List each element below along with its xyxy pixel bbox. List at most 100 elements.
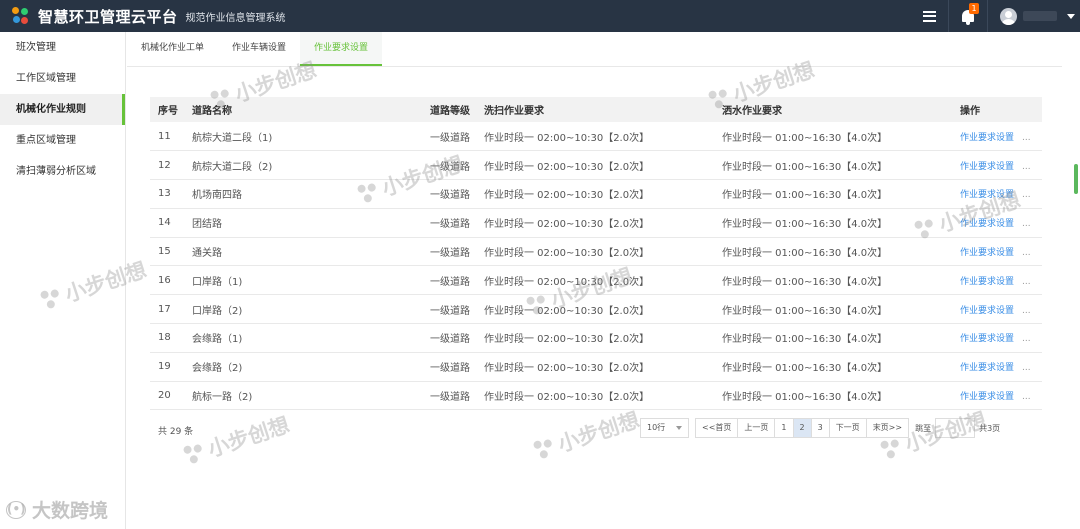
- cell-actions: 作业要求设置...: [952, 237, 1042, 266]
- cell-road-name: 会缘路（1): [192, 334, 243, 346]
- set-requirement-link[interactable]: 作业要求设置: [960, 363, 1014, 373]
- goto-page-input[interactable]: [935, 418, 976, 438]
- more-actions-button[interactable]: ...: [1022, 190, 1031, 200]
- cell-sweep-requirement: 作业时段一 02:00~10:30【2.0次】: [484, 219, 650, 231]
- cell-water-requirement: 作业时段一 01:00~16:30【4.0次】: [722, 305, 888, 317]
- set-requirement-link[interactable]: 作业要求设置: [960, 219, 1014, 229]
- total-count: 共 29 条: [158, 427, 194, 437]
- page-2-button[interactable]: 2: [792, 418, 812, 438]
- cell-road-level: 一级道路: [430, 305, 470, 317]
- cell-road-name: 航标一路（2): [192, 392, 253, 404]
- cell-road-level: 一级道路: [430, 132, 470, 144]
- cell-road-level: 一级道路: [430, 248, 470, 260]
- cell-road-name: 口岸路（1): [192, 276, 243, 288]
- more-actions-button[interactable]: ...: [1022, 277, 1031, 287]
- cell-sweep-requirement: 作业时段一 02:00~10:30【2.0次】: [484, 305, 650, 317]
- sidebar-item-work-area[interactable]: 工作区域管理: [0, 63, 125, 94]
- next-page-button[interactable]: 下一页: [828, 418, 867, 438]
- table-row: 11 航棕大道二段（1) 一级道路 作业时段一 02:00~10:30【2.0次】 作业…: [150, 122, 1042, 151]
- column-header-level: 道路等级: [430, 106, 470, 117]
- notification-button[interactable]: 1: [948, 0, 988, 32]
- set-requirement-link[interactable]: 作业要求设置: [960, 306, 1014, 316]
- more-actions-button[interactable]: ...: [1022, 392, 1031, 402]
- scrollbar-thumb[interactable]: [1074, 164, 1078, 194]
- cell-water-requirement: 作业时段一 01:00~16:30【4.0次】: [722, 392, 888, 404]
- cell-no: 15: [158, 246, 171, 258]
- cell-actions: 作业要求设置...: [952, 266, 1042, 295]
- set-requirement-link[interactable]: 作业要求设置: [960, 133, 1014, 143]
- cell-road-level: 一级道路: [430, 363, 470, 375]
- cell-no: 16: [158, 274, 171, 286]
- cell-sweep-requirement: 作业时段一 02:00~10:30【2.0次】: [484, 132, 650, 144]
- cell-actions: 作业要求设置...: [952, 295, 1042, 324]
- sidebar-item-mechanized-rules[interactable]: 机械化作业规则: [0, 94, 125, 125]
- set-requirement-link[interactable]: 作业要求设置: [960, 190, 1014, 200]
- cell-road-level: 一级道路: [430, 190, 470, 202]
- cell-road-level: 一级道路: [430, 392, 470, 404]
- page-size-select[interactable]: 10行: [640, 418, 689, 438]
- menu-icon[interactable]: [910, 0, 948, 32]
- set-requirement-link[interactable]: 作业要求设置: [960, 162, 1014, 172]
- table-row: 15 通关路 一级道路 作业时段一 02:00~10:30【2.0次】 作业时段一 01…: [150, 237, 1042, 266]
- tab-work-orders[interactable]: 机械化作业工单: [127, 32, 218, 66]
- prev-page-button[interactable]: 上一页: [737, 418, 776, 438]
- watermark: 小步创想: [531, 404, 643, 466]
- cell-road-level: 一级道路: [430, 276, 470, 288]
- cell-water-requirement: 作业时段一 01:00~16:30【4.0次】: [722, 132, 888, 144]
- cell-road-name: 口岸路（2): [192, 305, 243, 317]
- table-row: 14 团结路 一级道路 作业时段一 02:00~10:30【2.0次】 作业时段一 01…: [150, 208, 1042, 238]
- more-actions-button[interactable]: ...: [1022, 363, 1031, 373]
- set-requirement-link[interactable]: 作业要求设置: [960, 277, 1014, 287]
- top-header: 智慧环卫管理云平台 规范作业信息管理系统 1: [0, 0, 1080, 32]
- pagination: 10行 <<首页 上一页 1 2 3 下一页 末页>> 跳至 共3页: [640, 418, 1001, 438]
- cell-road-name: 团结路: [192, 219, 222, 231]
- user-menu[interactable]: [988, 0, 1080, 32]
- page-size-value: 10行: [647, 423, 666, 432]
- cell-no: 19: [158, 361, 171, 373]
- sidebar-item-key-area[interactable]: 重点区域管理: [0, 125, 125, 156]
- cell-actions: 作业要求设置...: [952, 381, 1042, 410]
- cell-water-requirement: 作业时段一 01:00~16:30【4.0次】: [722, 334, 888, 346]
- sidebar-item-weak-area[interactable]: 清扫薄弱分析区域: [0, 156, 125, 187]
- cell-road-name: 会缘路（2): [192, 363, 243, 375]
- set-requirement-link[interactable]: 作业要求设置: [960, 334, 1014, 344]
- more-actions-button[interactable]: ...: [1022, 248, 1031, 258]
- more-actions-button[interactable]: ...: [1022, 306, 1031, 316]
- more-actions-button[interactable]: ...: [1022, 219, 1031, 229]
- cell-no: 17: [158, 303, 171, 315]
- cell-no: 11: [158, 130, 171, 142]
- total-pages: 共3页: [979, 423, 1001, 433]
- tab-vehicle-settings[interactable]: 作业车辆设置: [218, 32, 300, 66]
- first-page-button[interactable]: <<首页: [695, 418, 739, 438]
- sidebar: 班次管理 工作区域管理 机械化作业规则 重点区域管理 清扫薄弱分析区域: [0, 32, 126, 529]
- cell-no: 20: [158, 390, 171, 402]
- cell-actions: 作业要求设置...: [952, 324, 1042, 353]
- tab-requirement-settings[interactable]: 作业要求设置: [300, 32, 383, 66]
- page-3-button[interactable]: 3: [810, 418, 830, 438]
- cell-sweep-requirement: 作业时段一 02:00~10:30【2.0次】: [484, 276, 650, 288]
- table-row: 12 航棕大道二段（2) 一级道路 作业时段一 02:00~10:30【2.0次】 作业…: [150, 151, 1042, 180]
- set-requirement-link[interactable]: 作业要求设置: [960, 248, 1014, 258]
- last-page-button[interactable]: 末页>>: [865, 418, 910, 438]
- avatar: [1000, 7, 1017, 25]
- user-name-redacted: [1023, 11, 1057, 21]
- cell-water-requirement: 作业时段一 01:00~16:30【4.0次】: [722, 276, 888, 288]
- watermark: 小步创想: [181, 409, 293, 471]
- page-1-button[interactable]: 1: [774, 418, 794, 438]
- more-actions-button[interactable]: ...: [1022, 334, 1031, 344]
- more-actions-button[interactable]: ...: [1022, 162, 1031, 172]
- column-header-actions: 操作: [960, 106, 980, 117]
- column-header-sweep: 洗扫作业要求: [484, 106, 544, 117]
- cell-actions: 作业要求设置...: [952, 352, 1042, 381]
- table-header-row: 序号 道路名称 道路等级 洗扫作业要求 洒水作业要求 操作: [150, 97, 1042, 122]
- more-actions-button[interactable]: ...: [1022, 133, 1031, 143]
- column-header-water: 洒水作业要求: [722, 106, 782, 117]
- column-header-road: 道路名称: [192, 106, 232, 117]
- table-row: 13 机场南四路 一级道路 作业时段一 02:00~10:30【2.0次】 作业时段一 …: [150, 180, 1042, 209]
- cell-no: 18: [158, 332, 171, 344]
- set-requirement-link[interactable]: 作业要求设置: [960, 392, 1014, 402]
- table-row: 19 会缘路（2) 一级道路 作业时段一 02:00~10:30【2.0次】 作业时段一…: [150, 352, 1042, 382]
- cell-road-level: 一级道路: [430, 334, 470, 346]
- brand-watermark-text: 大数跨境: [32, 500, 109, 522]
- sidebar-item-shift[interactable]: 班次管理: [0, 32, 125, 63]
